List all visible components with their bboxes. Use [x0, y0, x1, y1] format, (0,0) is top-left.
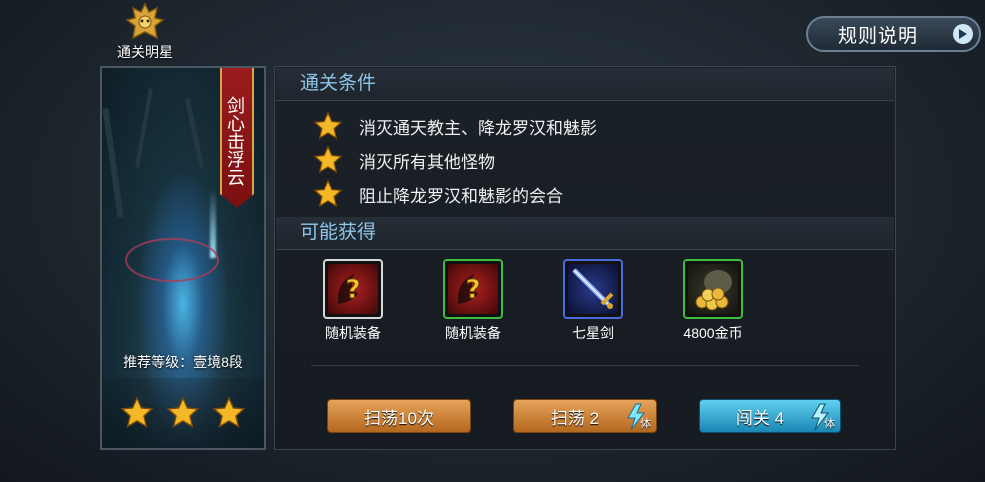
sweep-button[interactable]: 扫荡 2 体 — [513, 399, 657, 433]
condition-text: 消灭所有其他怪物 — [359, 152, 495, 172]
reward-slot — [683, 259, 743, 319]
condition-item: 阻止降龙罗汉和魅影的会合 — [313, 179, 563, 209]
star-icon — [120, 396, 154, 428]
clear-star-label: 通关明星 — [117, 44, 173, 60]
challenge-button[interactable]: 闯关 4 体 — [699, 399, 841, 433]
divider — [311, 365, 859, 366]
random-equipment-icon: ? — [448, 264, 498, 314]
conditions-heading: 通关条件 — [276, 68, 894, 101]
reward-label: 随机装备 — [445, 325, 501, 341]
condition-item: 消灭通天教主、降龙罗汉和魅影 — [313, 111, 597, 141]
play-arrow-icon — [953, 24, 973, 44]
stage-preview: 剑心击浮云 推荐等级：壹境8段 — [100, 66, 266, 450]
star-icon — [212, 396, 246, 428]
reward-item[interactable]: 七星剑 — [553, 259, 633, 343]
stage-title-banner: 剑心击浮云 — [220, 68, 254, 208]
reward-item[interactable]: 4800金币 — [673, 259, 753, 343]
reward-slot: ? — [323, 259, 383, 319]
challenge-label: 闯关 4 — [735, 408, 785, 428]
sweep-10-label: 扫荡10次 — [364, 408, 434, 428]
scene-tree — [135, 88, 153, 168]
energy-label: 体 — [640, 418, 651, 430]
condition-text: 消灭通天教主、降龙罗汉和魅影 — [359, 118, 597, 138]
gold-helmet-icon — [125, 2, 165, 40]
svg-text:?: ? — [465, 275, 480, 305]
reward-label: 七星剑 — [572, 325, 614, 341]
gold-coins-icon — [688, 264, 738, 314]
scene-tree — [102, 108, 124, 218]
reward-item[interactable]: ? 随机装备 — [313, 259, 393, 343]
star-icon — [313, 111, 343, 140]
rewards-heading: 可能获得 — [276, 217, 894, 250]
rules-button-label: 规则说明 — [838, 25, 919, 47]
energy-label: 体 — [824, 418, 835, 430]
condition-item: 消灭所有其他怪物 — [313, 145, 495, 175]
star-icon — [313, 179, 343, 208]
sweep-label: 扫荡 2 — [550, 408, 600, 428]
condition-text: 阻止降龙罗汉和魅影的会合 — [359, 186, 563, 206]
seven-star-sword-icon — [568, 264, 618, 314]
reward-label: 随机装备 — [325, 325, 381, 341]
svg-text:?: ? — [345, 275, 360, 305]
random-equipment-icon: ? — [328, 264, 378, 314]
sweep-10-button[interactable]: 扫荡10次 — [327, 399, 471, 433]
star-icon — [313, 145, 343, 174]
reward-slot: ? — [443, 259, 503, 319]
scene-tree — [184, 98, 205, 168]
reward-item[interactable]: ? 随机装备 — [433, 259, 513, 343]
reward-slot — [563, 259, 623, 319]
rules-button[interactable]: 规则说明 — [806, 16, 981, 52]
clear-star-badge: 通关明星 — [100, 2, 190, 64]
star-icon — [166, 396, 200, 428]
rune-circle — [125, 238, 219, 282]
stage-details-panel: 通关条件 消灭通天教主、降龙罗汉和魅影 消灭所有其他怪物 阻止降龙罗汉和魅影的会… — [274, 66, 896, 450]
recommended-level: 推荐等级：壹境8段 — [123, 354, 243, 370]
reward-label: 4800金币 — [683, 325, 743, 341]
stage-stars — [102, 378, 264, 448]
